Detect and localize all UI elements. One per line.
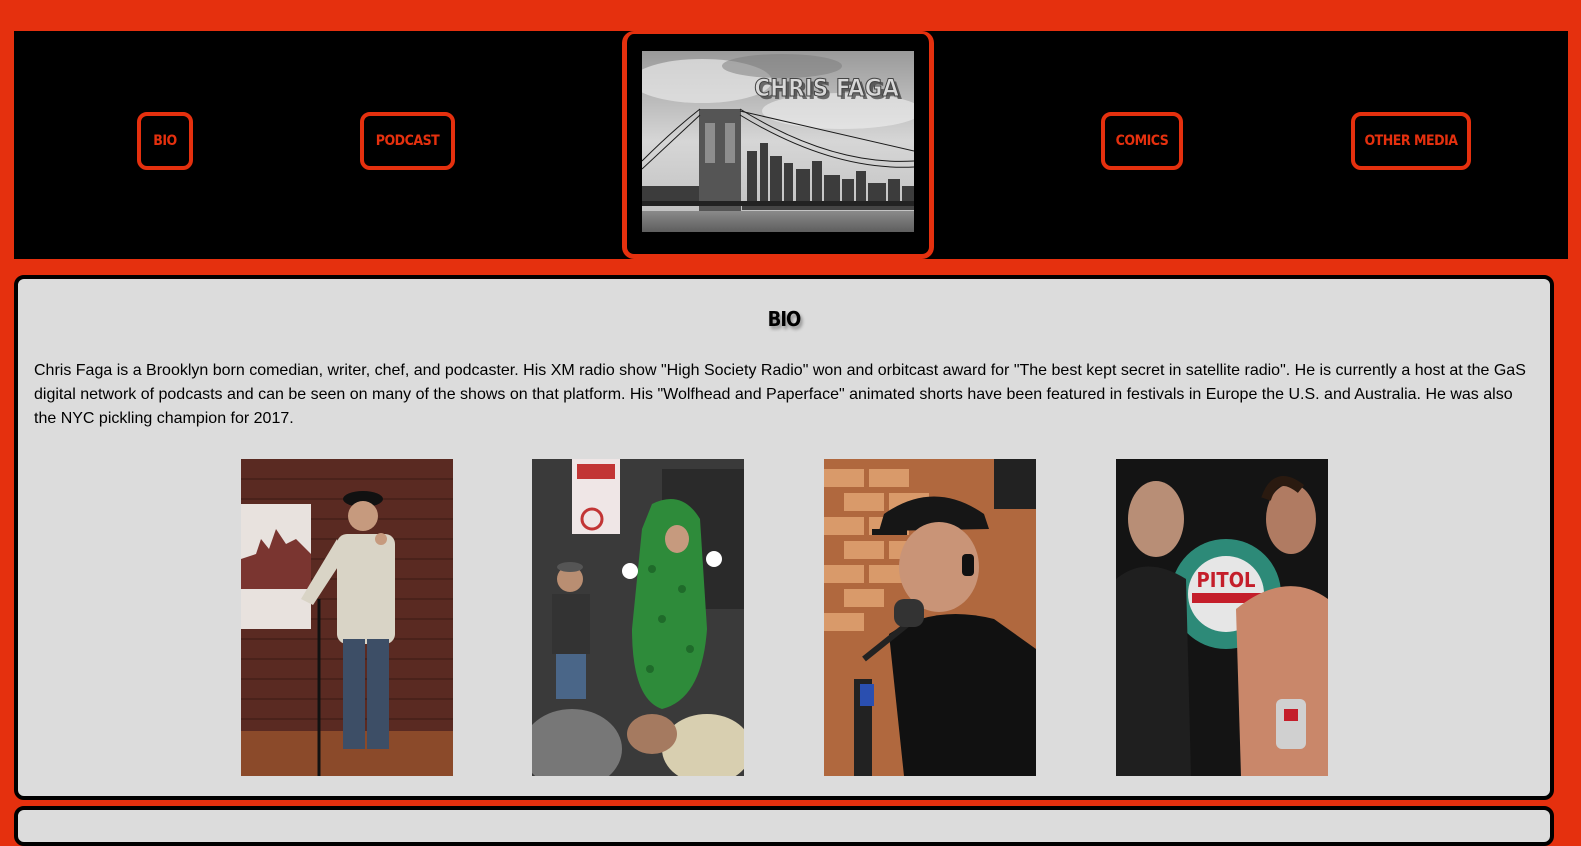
comedian-stage-photo	[241, 459, 453, 776]
bio-heading: BIO	[767, 307, 802, 331]
brooklyn-bridge-logo-image: CHRIS FAGA CHRIS FAGA	[642, 51, 914, 232]
podcast-microphone-photo	[824, 459, 1036, 776]
next-section-panel	[14, 806, 1554, 846]
nav-other-media-button[interactable]: OTHER MEDIA	[1351, 112, 1471, 170]
interview-photo: PITOL	[1116, 459, 1328, 776]
logo-title: CHRIS FAGA	[754, 74, 899, 102]
nav-bio-button[interactable]: BIO	[137, 112, 193, 170]
pickle-costume-photo	[532, 459, 744, 776]
nav-podcast-button[interactable]: PODCAST	[360, 112, 455, 170]
bio-paragraph: Chris Faga is a Brooklyn born comedian, …	[34, 362, 1526, 427]
svg-text:PITOL: PITOL	[1197, 568, 1256, 592]
site-header: BIO PODCAST CHRIS FAGA CHRIS FAGA COMICS…	[14, 31, 1568, 259]
nav-comics-button[interactable]: COMICS	[1101, 112, 1183, 170]
home-logo-link[interactable]: CHRIS FAGA CHRIS FAGA	[622, 31, 934, 259]
bio-section: BIO Chris Faga is a Brooklyn born comedi…	[14, 275, 1554, 800]
